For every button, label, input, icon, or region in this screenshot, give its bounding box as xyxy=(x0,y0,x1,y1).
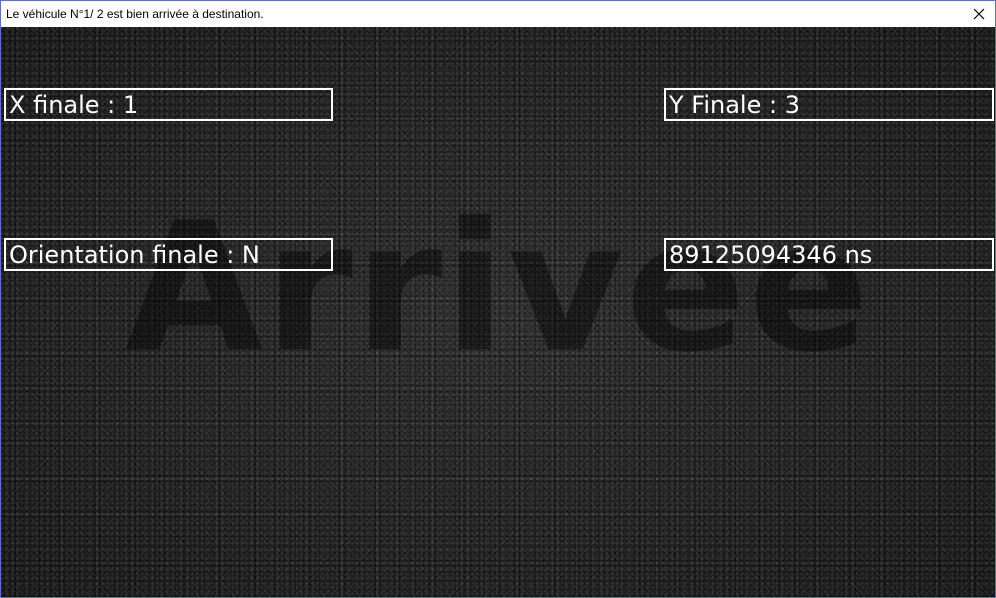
window-title: Le véhicule N°1/ 2 est bien arrivée à de… xyxy=(6,7,264,21)
arrival-watermark: Arrivee xyxy=(125,184,871,391)
title-bar[interactable]: Le véhicule N°1/ 2 est bien arrivée à de… xyxy=(1,1,995,27)
duration-label: 89125094346 ns xyxy=(664,238,994,271)
x-final-label: X finale : 1 xyxy=(4,88,333,121)
y-final-label: Y Finale : 3 xyxy=(664,88,994,121)
orientation-final-label: Orientation finale : N xyxy=(4,238,333,271)
close-button[interactable] xyxy=(963,1,995,27)
close-icon xyxy=(973,8,985,20)
arrival-window: Le véhicule N°1/ 2 est bien arrivée à de… xyxy=(0,0,996,598)
asphalt-background: Arrivee X finale : 1 Y Finale : 3 Orient… xyxy=(1,27,995,597)
